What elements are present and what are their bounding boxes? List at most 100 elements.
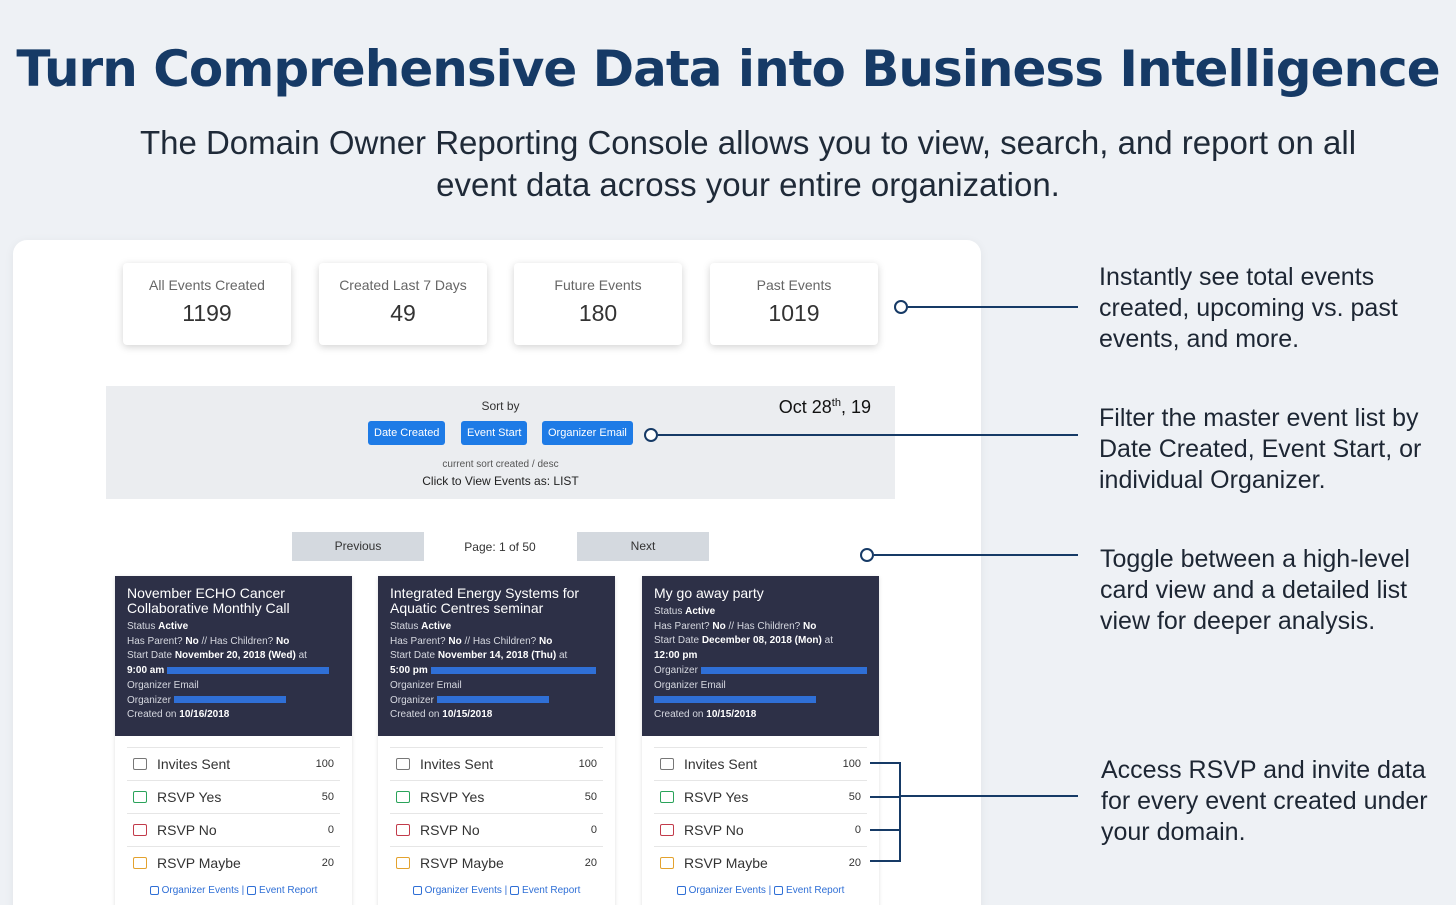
stat-label: Created Last 7 Days [339,277,467,293]
rsvp-yes-row: RSVP Yes 50 [390,780,603,813]
organizer-email: Organizer Email [654,679,726,691]
event-report-link[interactable]: Event Report [259,885,317,896]
time-value: 5:00 pm [390,665,428,677]
start-label: Start Date [127,650,173,662]
metric-value: 50 [848,791,861,803]
stat-future-events: Future Events 180 [514,263,682,345]
callout-line-rsvp [900,795,1078,797]
redacted-bar [700,666,867,674]
parent-value: No [712,620,726,632]
event-card[interactable]: Integrated Energy Systems for Aquatic Ce… [378,576,615,905]
event-title: My go away party [654,585,764,601]
stat-value: 1199 [182,300,232,326]
organizer-email: Organizer Email [127,679,199,691]
footer-separator: | [768,885,772,896]
rsvp-no-row: RSVP No 0 [390,813,603,846]
metric-value: 100 [578,758,597,770]
event-time: 9:00 am [127,664,340,679]
callout-toggle: Toggle between a high-level card view an… [1100,545,1410,635]
stat-label: All Events Created [149,277,265,293]
mail-icon [133,757,147,770]
start-value: November 20, 2018 (Wed) [174,650,296,662]
event-report-link[interactable]: Event Report [786,885,844,896]
children-value: No [802,620,817,632]
metric-label: RSVP Maybe [684,855,768,871]
page-indicator: Page: 1 of 50 [464,540,536,554]
view-toggle-link[interactable]: Click to View Events as: LIST [106,474,895,488]
start-at: at [558,650,568,662]
metric-label: RSVP Maybe [157,855,241,871]
bracket-tick [870,829,900,831]
rsvp-yes-row: RSVP Yes 50 [127,780,340,813]
event-title: November ECHO Cancer Collaborative Month… [127,585,290,616]
redacted-bar [436,696,549,704]
metric-value: 100 [842,758,861,770]
card-metrics: Invites Sent 100 RSVP Yes 50 RSVP No 0 RSVP… [642,736,879,896]
start-at: at [298,650,307,662]
card-footer: Organizer Events | Event Report [654,885,867,896]
next-button[interactable]: Next [577,532,709,561]
event-status: Status Active [654,605,867,620]
mail-icon [396,757,410,770]
sort-date-created-button[interactable]: Date Created [368,421,446,445]
redacted-bar [173,696,286,704]
stat-value: 49 [390,300,416,326]
organizer-label: Organizer [127,694,171,706]
event-hierarchy: Has Parent? No // Has Children? No [390,635,603,650]
sort-organizer-email-button[interactable]: Organizer Email [542,421,633,445]
page-title: Turn Comprehensive Data into Business In… [16,40,1440,98]
stat-all-events: All Events Created 1199 [123,263,291,345]
date-suffix: th [831,397,841,409]
card-footer: Organizer Events | Event Report [390,885,603,896]
parent-label: Has Parent? [654,620,710,632]
mail-icon [660,757,674,770]
metric-label: Invites Sent [420,756,494,772]
status-label: Status [390,621,419,632]
organizer-label: Organizer [654,664,698,676]
created-value: 10/15/2018 [706,708,757,720]
parent-label: Has Parent? [127,635,183,647]
users-icon [412,885,422,895]
previous-button[interactable]: Previous [292,532,424,561]
footer-separator: | [504,885,508,896]
rsvp-maybe-row: RSVP Maybe 20 [127,846,340,879]
created-on: Created on 10/16/2018 [127,708,340,723]
organizer-events-link[interactable]: Organizer Events [689,885,766,896]
created-label: Created on [127,709,177,721]
event-report-link[interactable]: Event Report [522,885,580,896]
callout-stats: Instantly see total events created, upco… [1099,263,1398,353]
metric-value: 0 [327,824,334,836]
calendar-x-icon [660,823,674,836]
sort-event-start-button[interactable]: Event Start [461,421,528,445]
metric-value: 20 [848,857,861,869]
children-value: No [538,635,553,647]
report-icon [247,885,257,895]
metric-label: Invites Sent [157,756,231,772]
event-time: 12:00 pm [654,649,867,664]
calendar-check-icon [660,790,674,803]
status-label: Status [654,606,683,617]
time-value: 12:00 pm [654,650,698,662]
calendar-x-icon [396,823,410,836]
invites-sent-row: Invites Sent 100 [654,747,867,780]
organizer-label: Organizer [390,694,434,706]
callout-dot-stats [894,300,908,314]
callout-line-sort [658,434,1078,436]
event-card[interactable]: My go away party Status Active Has Paren… [642,576,879,905]
organizer-events-link[interactable]: Organizer Events [425,885,502,896]
metric-value: 0 [854,824,861,836]
start-label: Start Date [654,635,700,647]
organizer-events-link[interactable]: Organizer Events [162,885,239,896]
stat-label: Future Events [554,277,642,293]
card-metrics: Invites Sent 100 RSVP Yes 50 RSVP No 0 RSVP… [115,736,352,896]
metric-value: 0 [590,824,597,836]
metric-value: 100 [315,758,334,770]
callout-sort: Filter the master event list by Date Cre… [1099,404,1422,494]
event-card[interactable]: November ECHO Cancer Collaborative Month… [115,576,352,905]
organizer: Organizer [127,694,340,709]
organizer: Organizer [390,694,603,709]
metric-label: RSVP No [420,822,480,838]
event-start: Start Date November 20, 2018 (Wed) at [127,649,340,664]
stat-created-last-7-days: Created Last 7 Days 49 [319,263,487,345]
calendar-question-icon [396,856,410,869]
